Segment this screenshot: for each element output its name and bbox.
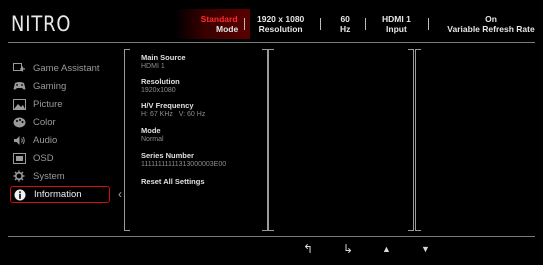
status-vrr: On Variable Refresh Rate <box>444 14 538 34</box>
sidebar-item-label: Information <box>34 189 82 200</box>
status-refresh: 60 Hz <box>340 14 350 34</box>
info-row-main-source: Main Source HDMI 1 <box>141 53 186 71</box>
sidebar-item-label: Gaming <box>33 80 67 92</box>
osd-icon <box>12 152 26 164</box>
status-vrr-key: Variable Refresh Rate <box>447 24 535 34</box>
down-icon[interactable]: ▼ <box>421 244 430 254</box>
sidebar-item-color[interactable]: Color <box>12 114 108 130</box>
sidebar-item-audio[interactable]: Audio <box>12 132 108 148</box>
selection-caret-icon: ‹ <box>118 187 122 201</box>
info-label: Resolution <box>141 77 180 86</box>
sidebar-item-information[interactable]: Information <box>10 186 110 203</box>
status-mode-value: Standard <box>200 14 238 24</box>
panel-bracket-left <box>124 49 130 231</box>
sidebar-item-game-assistant[interactable]: Game Assistant <box>12 60 108 76</box>
panel-bracket-right <box>408 49 414 231</box>
sidebar-item-label: Game Assistant <box>33 62 100 74</box>
back-icon[interactable]: ↰ <box>303 242 313 256</box>
info-value: Normal <box>141 136 164 143</box>
info-value: 11111111111313000003E00 <box>141 161 227 168</box>
status-mode-key: Mode <box>216 24 239 34</box>
status-mode: Standard Mode <box>200 14 239 34</box>
sidebar-item-osd[interactable]: OSD <box>12 150 108 166</box>
info-row-hv-frequency: H/V Frequency H: 67 KHz V: 60 Hz <box>141 101 205 119</box>
status-separator <box>244 18 245 30</box>
gamepad-icon <box>12 80 26 92</box>
info-row-series-number: Series Number 11111111111313000003E00 <box>141 151 226 169</box>
header-divider <box>8 42 535 43</box>
info-row-resolution: Resolution 1920x1080 <box>141 77 180 95</box>
picture-icon <box>12 98 26 110</box>
nitro-logo: NITRO <box>11 12 72 36</box>
sidebar-item-system[interactable]: System <box>12 168 108 184</box>
status-resolution: 1920 x 1080 Resolution <box>257 14 304 34</box>
sidebar-item-label: System <box>33 170 65 182</box>
sidebar-item-label: Audio <box>33 134 58 146</box>
info-icon <box>13 189 27 201</box>
status-separator <box>365 18 366 30</box>
status-resolution-value: 1920 x 1080 <box>257 14 305 24</box>
speaker-icon <box>12 134 26 146</box>
status-vrr-value: On <box>485 14 497 24</box>
game-assistant-icon <box>12 62 26 74</box>
status-refresh-value: 60 <box>340 14 350 24</box>
palette-icon <box>12 116 26 128</box>
panel-bracket-left <box>268 49 274 231</box>
enter-icon[interactable]: ↳ <box>343 242 353 256</box>
status-input-key: Input <box>386 24 407 34</box>
status-input: HDMI 1 Input <box>382 14 411 34</box>
panel-bracket-left <box>415 49 421 231</box>
up-icon[interactable]: ▲ <box>382 244 391 254</box>
info-value: H: 67 KHz V: 60 Hz <box>141 111 206 118</box>
info-label: Series Number <box>141 151 194 160</box>
reset-all-settings[interactable]: Reset All Settings <box>141 177 205 186</box>
status-resolution-key: Resolution <box>258 24 303 34</box>
status-separator <box>428 18 429 30</box>
sidebar-item-picture[interactable]: Picture <box>12 96 108 112</box>
gear-icon <box>12 170 26 182</box>
info-value: HDMI 1 <box>141 63 165 70</box>
sidebar-item-label: OSD <box>33 152 54 164</box>
info-value: 1920x1080 <box>141 87 176 94</box>
footer-divider <box>8 236 535 237</box>
info-row-mode: Mode Normal <box>141 126 164 144</box>
info-label: Main Source <box>141 53 186 62</box>
sidebar-item-label: Color <box>33 116 56 128</box>
info-label: H/V Frequency <box>141 101 194 110</box>
status-refresh-key: Hz <box>340 24 351 34</box>
info-label: Mode <box>141 126 161 135</box>
info-label: Reset All Settings <box>141 177 205 186</box>
sidebar-item-gaming[interactable]: Gaming <box>12 78 108 94</box>
sidebar-item-label: Picture <box>33 98 63 110</box>
status-input-value: HDMI 1 <box>382 14 411 24</box>
status-separator <box>320 18 321 30</box>
